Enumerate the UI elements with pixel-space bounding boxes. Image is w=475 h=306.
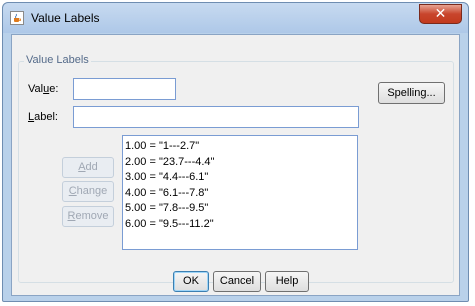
value-label: Value: [28,83,59,95]
list-item[interactable]: 5.00 = "7.8---9.5" [125,201,357,217]
group-title: Value Labels [24,54,91,66]
label-label: Label: [28,111,58,123]
list-item[interactable]: 3.00 = "4.4---6.1" [125,170,357,186]
add-button[interactable]: Add [62,157,114,178]
change-button[interactable]: Change [62,181,114,202]
remove-button[interactable]: Remove [62,206,114,227]
list-item[interactable]: 2.00 = "23.7---4.4" [125,155,357,171]
label-input[interactable] [73,106,359,128]
cancel-button[interactable]: Cancel [213,271,261,292]
list-item[interactable]: 1.00 = "1---2.7" [125,139,357,155]
list-item[interactable]: 4.00 = "6.1---7.8" [125,186,357,202]
close-button[interactable]: ✕ [419,4,462,24]
value-labels-dialog: Value Labels ✕ Value Labels Value: Label… [2,2,469,302]
window-title: Value Labels [31,11,100,25]
spelling-button[interactable]: Spelling... [378,82,445,104]
title-bar[interactable]: Value Labels ✕ [3,3,468,33]
list-item[interactable]: 6.00 = "9.5---11.2" [125,217,357,233]
value-input[interactable] [73,78,176,100]
help-button[interactable]: Help [265,271,309,292]
dialog-client-area: Value Labels Value: Label: Spelling... A… [11,34,460,296]
ok-button[interactable]: OK [173,271,209,292]
java-cup-icon [10,11,24,25]
close-icon: ✕ [434,6,447,22]
value-labels-list[interactable]: 1.00 = "1---2.7" 2.00 = "23.7---4.4" 3.00 … [122,135,358,250]
